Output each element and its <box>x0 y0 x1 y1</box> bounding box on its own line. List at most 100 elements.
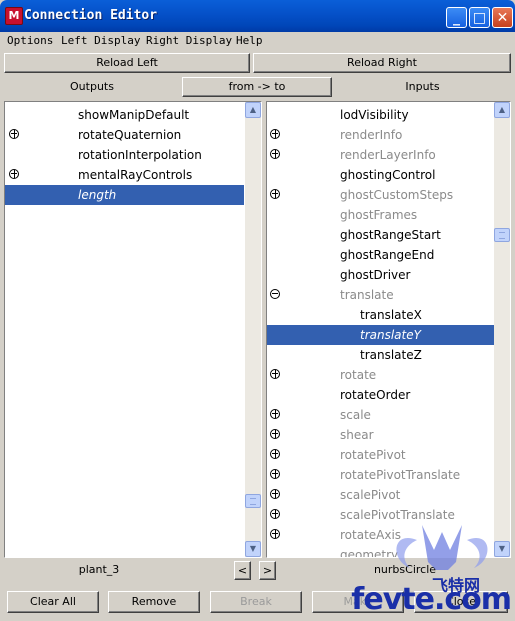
expand-plus-icon[interactable] <box>270 149 280 159</box>
prev-node-button[interactable]: < <box>234 561 251 580</box>
maximize-button[interactable]: □ <box>469 7 490 28</box>
close-button[interactable]: Close <box>414 591 508 613</box>
list-item[interactable]: scalePivot <box>267 485 494 505</box>
break-button[interactable]: Break <box>210 591 302 613</box>
expand-plus-icon[interactable] <box>270 409 280 419</box>
list-item-label: ghostRangeStart <box>340 228 441 242</box>
list-item-label: length <box>78 188 117 202</box>
list-item[interactable]: rotateAxis <box>267 525 494 545</box>
scroll-up-icon[interactable]: ▲ <box>245 102 261 118</box>
close-icon: ✕ <box>496 10 509 26</box>
list-item[interactable]: rotationInterpolation <box>5 145 244 165</box>
list-item-label: rotatePivotTranslate <box>340 468 461 482</box>
list-item-label: rotateAxis <box>340 528 402 542</box>
reload-left-button[interactable]: Reload Left <box>4 53 250 73</box>
list-item-label: translate <box>340 288 394 302</box>
list-item-label: mentalRayControls <box>78 168 193 182</box>
list-item[interactable]: shear <box>267 425 494 445</box>
expand-plus-icon[interactable] <box>270 529 280 539</box>
list-item-label: shear <box>340 428 374 442</box>
list-item[interactable]: rotateOrder <box>267 385 494 405</box>
list-item-label: rotate <box>340 368 377 382</box>
clear-all-button[interactable]: Clear All <box>7 591 99 613</box>
list-item-label: rotationInterpolation <box>78 148 202 162</box>
remove-button[interactable]: Remove <box>108 591 200 613</box>
expand-plus-icon[interactable] <box>270 469 280 479</box>
right-node-name: nurbsCircle <box>373 563 437 576</box>
scroll-down-icon[interactable]: ▼ <box>245 541 261 557</box>
list-item[interactable]: translate <box>267 285 494 305</box>
inputs-scrollbar[interactable]: ▲ ▼ <box>494 102 510 557</box>
close-window-button[interactable]: ✕ <box>492 7 513 28</box>
scroll-down-icon[interactable]: ▼ <box>494 541 510 557</box>
list-item-label: rotateQuaternion <box>78 128 182 142</box>
list-item[interactable]: showManipDefault <box>5 105 244 125</box>
list-item[interactable]: rotatePivotTranslate <box>267 465 494 485</box>
outputs-rows: showManipDefault rotateQuaternion rotation… <box>5 105 244 205</box>
make-button[interactable]: Make <box>312 591 404 613</box>
list-item[interactable]: rotatePivot <box>267 445 494 465</box>
expand-plus-icon[interactable] <box>270 189 280 199</box>
list-item-label: ghostFrames <box>340 208 418 222</box>
list-item[interactable]: ghostDriver <box>267 265 494 285</box>
list-item[interactable]: translateZ <box>267 345 494 365</box>
list-item[interactable]: translateX <box>267 305 494 325</box>
list-item[interactable]: ghostingControl <box>267 165 494 185</box>
list-item-label: renderInfo <box>340 128 403 142</box>
scroll-thumb[interactable] <box>494 228 510 242</box>
list-item-label: ghostRangeEnd <box>340 248 435 262</box>
list-item-label: renderLayerInfo <box>340 148 436 162</box>
list-item-label: scalePivot <box>340 488 401 502</box>
minimize-button[interactable]: _ <box>446 7 467 28</box>
maya-app-icon[interactable]: M <box>5 7 23 25</box>
list-item-label: scalePivotTranslate <box>340 508 455 522</box>
menu-right-display[interactable]: Right Display <box>146 34 232 47</box>
menu-left-display[interactable]: Left Display <box>61 34 140 47</box>
expand-plus-icon[interactable] <box>270 129 280 139</box>
outputs-scrollbar[interactable]: ▲ ▼ <box>245 102 261 557</box>
list-item-label: translateX <box>360 308 422 322</box>
list-item[interactable]: ghostRangeEnd <box>267 245 494 265</box>
list-item-label: scale <box>340 408 371 422</box>
list-item-label: translateZ <box>360 348 422 362</box>
list-item[interactable]: lodVisibility <box>267 105 494 125</box>
inputs-label: Inputs <box>405 80 440 93</box>
expand-plus-icon[interactable] <box>9 169 19 179</box>
expand-plus-icon[interactable] <box>270 369 280 379</box>
list-item-label: rotatePivot <box>340 448 406 462</box>
list-item[interactable]: ghostRangeStart <box>267 225 494 245</box>
list-item[interactable]: renderLayerInfo <box>267 145 494 165</box>
expand-plus-icon[interactable] <box>270 429 280 439</box>
reload-right-button[interactable]: Reload Right <box>253 53 511 73</box>
inputs-list[interactable]: lodVisibility renderInfo renderLayerInfo gh… <box>266 101 511 558</box>
list-item[interactable]: translateY <box>267 325 494 345</box>
maximize-icon: □ <box>472 10 487 26</box>
list-item-label: ghostDriver <box>340 268 411 282</box>
outputs-list[interactable]: showManipDefault rotateQuaternion rotation… <box>4 101 262 558</box>
next-node-button[interactable]: > <box>259 561 276 580</box>
expand-plus-icon[interactable] <box>270 489 280 499</box>
list-item[interactable]: scale <box>267 405 494 425</box>
list-item[interactable]: rotateQuaternion <box>5 125 244 145</box>
list-item[interactable]: renderInfo <box>267 125 494 145</box>
outputs-label: Outputs <box>70 80 114 93</box>
expand-plus-icon[interactable] <box>270 509 280 519</box>
list-item[interactable]: geometry <box>267 545 494 558</box>
from-to-button[interactable]: from -> to <box>182 77 332 97</box>
scroll-thumb[interactable] <box>245 494 261 508</box>
list-item[interactable]: length <box>5 185 244 205</box>
expand-plus-icon[interactable] <box>9 129 19 139</box>
collapse-minus-icon[interactable] <box>270 289 280 299</box>
list-item[interactable]: ghostFrames <box>267 205 494 225</box>
expand-plus-icon[interactable] <box>270 449 280 459</box>
menu-help[interactable]: Help <box>236 34 263 47</box>
list-item-label: lodVisibility <box>340 108 409 122</box>
inputs-rows: lodVisibility renderInfo renderLayerInfo gh… <box>267 105 494 558</box>
list-item[interactable]: mentalRayControls <box>5 165 244 185</box>
scroll-up-icon[interactable]: ▲ <box>494 102 510 118</box>
list-item-label: geometry <box>340 548 399 558</box>
menu-options[interactable]: Options <box>7 34 53 47</box>
list-item[interactable]: ghostCustomSteps <box>267 185 494 205</box>
list-item[interactable]: rotate <box>267 365 494 385</box>
list-item[interactable]: scalePivotTranslate <box>267 505 494 525</box>
